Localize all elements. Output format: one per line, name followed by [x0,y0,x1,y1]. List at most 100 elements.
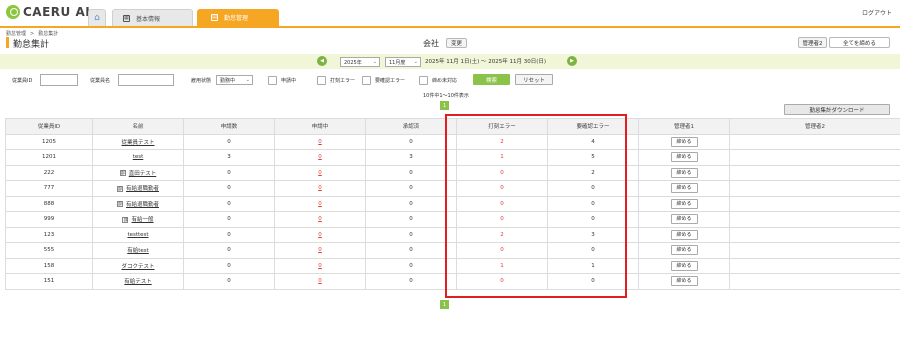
search-button[interactable]: 検索 [473,74,510,85]
punch-error-count[interactable]: 1 [500,263,504,269]
pending-count-link[interactable]: 0 [318,139,322,145]
cell-pending: 0 [274,195,366,212]
cell-check-error: 0 [547,211,639,228]
cell-check-error: 4 [547,133,639,150]
close-all-button[interactable]: 全てを締める [829,37,890,48]
next-month-button[interactable]: ▶ [567,56,577,66]
employee-name-link[interactable]: 有給テスト [124,279,152,285]
checkbox-unclosed[interactable] [419,76,428,85]
close-button[interactable]: 締める [670,167,698,178]
table-row: 1205 従業員テスト 0 0 0 2 4 締める [5,133,900,150]
pending-count-link[interactable]: 0 [318,247,322,253]
employee-name-link[interactable]: 有給一般 [131,217,153,223]
prev-month-button[interactable]: ◀ [317,56,327,66]
employment-status-select[interactable]: 勤務中 ⌄ [216,75,253,85]
pending-count-link[interactable]: 0 [318,232,322,238]
pending-count-link[interactable]: 0 [318,216,322,222]
pagination-page-top[interactable]: 1 [440,101,449,110]
tab-basic-info[interactable]: ▦ 基本情報 [112,9,193,26]
cell-punch-error: 2 [456,133,548,150]
employee-name-link[interactable]: 有給test [127,248,149,254]
cell-admin2 [729,257,900,274]
cell-admin1: 締める [638,149,730,166]
month-select[interactable]: 11月度 ⌄ [385,57,421,67]
change-company-button[interactable]: 変更 [446,38,467,48]
download-summary-button[interactable]: 勤怠集計ダウンロード [784,104,890,115]
employee-name-link[interactable]: 有給退職勤者 [126,202,159,208]
cell-pending: 0 [274,226,366,243]
checkbox-pending[interactable] [268,76,277,85]
pending-count-link[interactable]: 0 [318,154,322,160]
cell-approved: 0 [365,211,457,228]
cell-employee-id: 999 [5,211,93,228]
cell-admin2 [729,133,900,150]
employee-name-link[interactable]: 従業員テスト [121,140,154,146]
employee-name-link[interactable]: testtest [127,232,148,238]
admin2-button[interactable]: 管理者2 [798,37,827,48]
cell-check-error: 0 [547,195,639,212]
home-tab[interactable]: ⌂ [88,9,106,26]
checkbox-punch-error[interactable] [317,76,326,85]
close-button[interactable]: 締める [670,214,698,225]
logo[interactable]: CAERU AI [6,5,90,19]
close-button[interactable]: 締める [670,229,698,240]
pending-count-link[interactable]: 0 [318,170,322,176]
punch-error-count[interactable]: 2 [500,232,504,238]
cell-applications: 0 [183,180,275,197]
year-select[interactable]: 2025年 ⌄ [340,57,380,67]
tab-basic-info-label: 基本情報 [136,15,161,23]
pending-count-link[interactable]: 0 [318,201,322,207]
employee-name-link[interactable]: test [133,154,144,160]
close-button[interactable]: 締める [670,198,698,209]
checkbox-check-error-label: 要確認エラー [375,78,406,84]
close-button[interactable]: 締める [670,136,698,147]
cell-check-error: 5 [547,149,639,166]
employee-name-link[interactable]: ダコクテスト [121,264,154,270]
punch-error-count[interactable]: 0 [500,170,504,176]
employment-status-value: 勤務中 [220,77,236,84]
employee-name-input[interactable] [118,74,174,86]
punch-error-count[interactable]: 0 [500,185,504,191]
column-header: 承認済 [365,118,457,135]
punch-error-count[interactable]: 1 [500,154,504,160]
pending-count-link[interactable]: 0 [318,263,322,269]
cell-punch-error: 0 [456,273,548,290]
punch-error-count[interactable]: 0 [500,216,504,222]
table-row: 999 部有給一般 0 0 0 0 0 締める [5,211,900,228]
breadcrumb: 勤怠管理 > 勤怠集計 [6,30,62,37]
punch-error-count[interactable]: 0 [500,201,504,207]
table-row: 222 部直田テスト 0 0 0 0 2 締める [5,164,900,181]
cell-approved: 0 [365,242,457,259]
cell-check-error: 0 [547,242,639,259]
chevron-down-icon: ⌄ [372,59,377,65]
cell-name: ダコクテスト [92,257,184,274]
column-header: 打刻エラー [456,118,548,135]
employee-name-link[interactable]: 有給退職勤者 [126,186,159,192]
table-row: 555 有給test 0 0 0 0 0 締める [5,242,900,259]
cell-pending: 0 [274,180,366,197]
punch-error-count[interactable]: 0 [500,278,504,284]
cell-applications: 0 [183,195,275,212]
cell-pending: 0 [274,133,366,150]
close-button[interactable]: 締める [670,183,698,194]
close-button[interactable]: 締める [670,276,698,287]
close-button[interactable]: 締める [670,260,698,271]
reset-button[interactable]: リセット [515,74,553,85]
attendance-summary-table: 従業員ID 名前 申請数 申請中 承認済 打刻エラー 要確認エラー 管理者1 管… [5,118,900,290]
pending-count-link[interactable]: 0 [318,185,322,191]
logout-link[interactable]: ログアウト [862,8,892,17]
punch-error-count[interactable]: 2 [500,139,504,145]
cell-admin2 [729,226,900,243]
pending-count-link[interactable]: 0 [318,278,322,284]
close-button[interactable]: 締める [670,152,698,163]
tab-attendance[interactable]: ▤ 勤怠管理 [197,9,279,26]
cell-admin2 [729,149,900,166]
checkbox-check-error[interactable] [362,76,371,85]
punch-error-count[interactable]: 0 [500,247,504,253]
cell-admin2 [729,273,900,290]
employee-name-link[interactable]: 直田テスト [129,171,157,177]
pagination-page-bottom[interactable]: 1 [440,300,449,309]
close-button[interactable]: 締める [670,245,698,256]
cell-name: 部直田テスト [92,164,184,181]
employee-id-input[interactable] [40,74,78,86]
